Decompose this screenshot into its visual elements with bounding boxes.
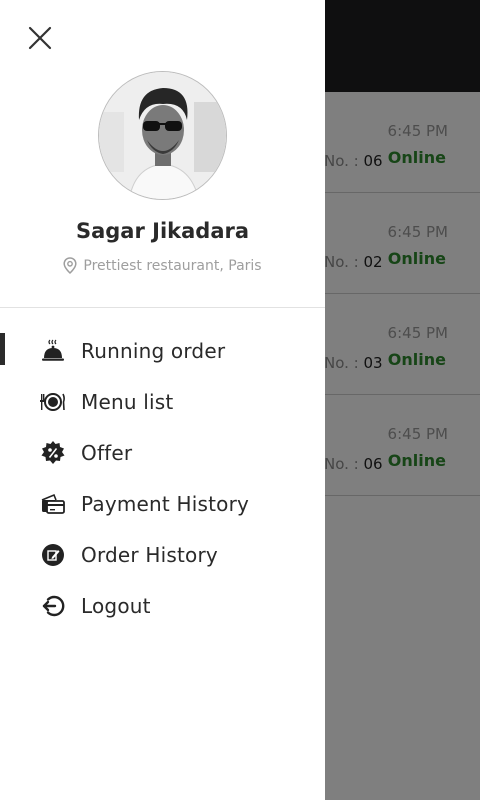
close-button[interactable] [24, 22, 56, 54]
drawer-menu: Running order Menu list Offer Payment Hi… [0, 325, 325, 631]
divider [0, 307, 325, 308]
menu-item-logout[interactable]: Logout [0, 580, 325, 631]
avatar-photo [99, 72, 226, 199]
profile-name: Sagar Jikadara [75, 219, 250, 243]
order-edit-icon [42, 543, 64, 566]
profile-location: Prettiest restaurant, Paris [0, 257, 325, 274]
menu-item-payment-history[interactable]: Payment History [0, 478, 325, 529]
menu-item-offer[interactable]: Offer [0, 427, 325, 478]
menu-item-label: Running order [81, 338, 226, 363]
location-pin-icon [63, 257, 77, 274]
menu-item-label: Order History [81, 542, 218, 567]
discount-badge-icon [41, 440, 65, 464]
cloche-icon [42, 339, 64, 361]
menu-item-label: Menu list [81, 389, 174, 414]
menu-item-order-history[interactable]: Order History [0, 529, 325, 580]
menu-item-label: Offer [81, 440, 133, 465]
avatar[interactable] [98, 71, 227, 200]
location-text: Prettiest restaurant, Paris [83, 257, 262, 274]
active-indicator [0, 333, 5, 365]
navigation-drawer: Sagar Jikadara Prettiest restaurant, Par… [0, 0, 325, 800]
menu-item-menu-list[interactable]: Menu list [0, 376, 325, 427]
menu-item-label: Logout [81, 593, 151, 618]
close-icon [28, 26, 52, 50]
wallet-card-icon [41, 493, 65, 514]
plate-cutlery-icon [40, 392, 65, 411]
menu-item-running-order[interactable]: Running order [0, 325, 325, 376]
menu-item-label: Payment History [81, 491, 250, 516]
logout-icon [42, 595, 65, 616]
